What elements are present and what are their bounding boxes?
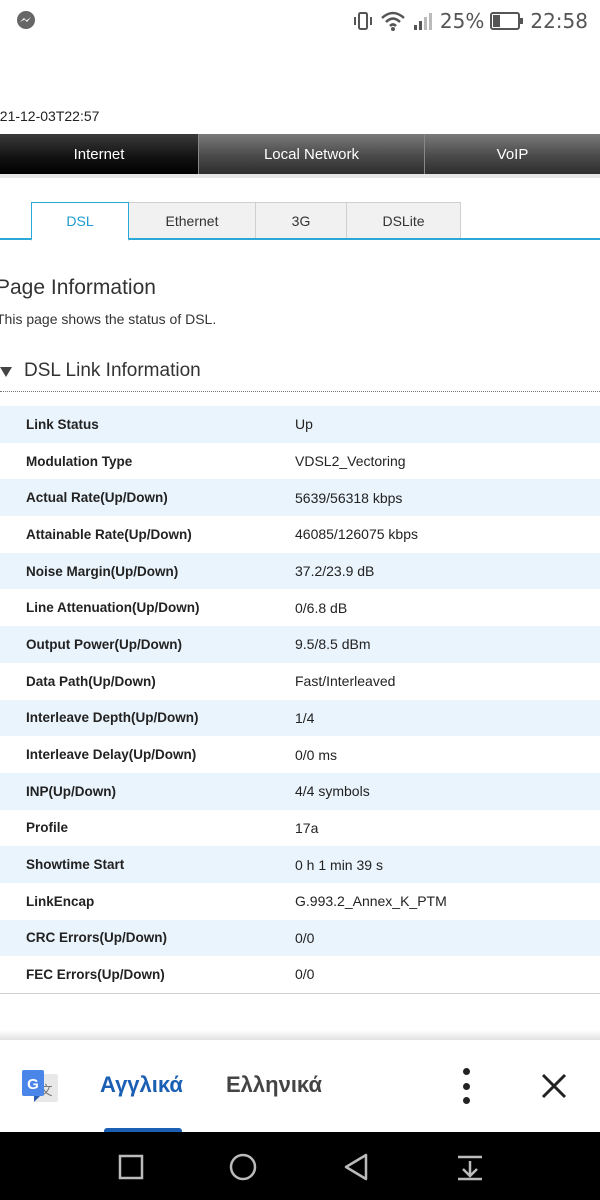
table-row: FEC Errors(Up/Down) 0/0 <box>0 956 600 993</box>
system-nav-bar <box>0 1132 600 1200</box>
row-label: LinkEncap <box>0 882 295 920</box>
row-value: 37.2/23.9 dB <box>295 552 600 590</box>
table-row: INP(Up/Down) 4/4 symbols <box>0 772 600 810</box>
battery-percent: 25% <box>439 9 485 33</box>
svg-text:G: G <box>27 1076 39 1093</box>
clock: 22:58 <box>530 9 588 33</box>
table-row: Actual Rate(Up/Down) 5639/56318 kbps <box>0 479 600 517</box>
google-translate-icon[interactable]: 文 G <box>20 1068 60 1106</box>
recents-icon[interactable] <box>116 1152 146 1182</box>
row-label: Output Power(Up/Down) <box>0 626 295 663</box>
row-label: INP(Up/Down) <box>0 772 295 810</box>
sub-tabs: DSL Ethernet 3G DSLite <box>0 202 600 241</box>
row-value: 0/0 <box>295 919 600 957</box>
row-value: 0/0 <box>295 956 600 993</box>
section-title: DSL Link Information <box>24 360 201 381</box>
row-value: Fast/Interleaved <box>295 662 600 700</box>
table-row: Noise Margin(Up/Down) 37.2/23.9 dB <box>0 552 600 590</box>
subtab-dslite[interactable]: DSLite <box>346 202 461 240</box>
row-value: 46085/126075 kbps <box>295 516 600 553</box>
source-language-tab[interactable]: Αγγλικά <box>100 1072 183 1098</box>
row-label: Link Status <box>0 406 295 443</box>
page-description: This page shows the status of DSL. <box>0 311 217 327</box>
table-row: Line Attenuation(Up/Down) 0/6.8 dB <box>0 589 600 627</box>
translate-bar: 文 G Αγγλικά Ελληνικά <box>0 1040 600 1133</box>
row-label: Attainable Rate(Up/Down) <box>0 516 295 553</box>
row-label: Showtime Start <box>0 846 295 883</box>
vibrate-icon <box>352 10 374 32</box>
table-row: Attainable Rate(Up/Down) 46085/126075 kbp… <box>0 516 600 553</box>
tab-local-network[interactable]: Local Network <box>198 134 424 174</box>
row-value: 17a <box>295 809 600 847</box>
table-row: CRC Errors(Up/Down) 0/0 <box>0 919 600 957</box>
target-language-tab[interactable]: Ελληνικά <box>226 1072 322 1098</box>
subtab-dsl[interactable]: DSL <box>31 202 129 241</box>
status-bar: 25% 22:58 <box>0 0 600 42</box>
row-label: Line Attenuation(Up/Down) <box>0 589 295 627</box>
row-value: 4/4 symbols <box>295 772 600 810</box>
row-value: Up <box>295 406 600 443</box>
table-row: LinkEncap G.993.2_Annex_K_PTM <box>0 882 600 920</box>
table-row: Interleave Delay(Up/Down) 0/0 ms <box>0 736 600 773</box>
subtab-3g[interactable]: 3G <box>255 202 347 240</box>
table-row: Data Path(Up/Down) Fast/Interleaved <box>0 662 600 700</box>
top-nav-divider <box>0 174 600 178</box>
row-label: Profile <box>0 809 295 847</box>
subtab-ethernet[interactable]: Ethernet <box>128 202 256 240</box>
row-label: Actual Rate(Up/Down) <box>0 479 295 517</box>
table-row: Output Power(Up/Down) 9.5/8.5 dBm <box>0 626 600 663</box>
status-icons: 25% 22:58 <box>352 6 588 36</box>
row-label: CRC Errors(Up/Down) <box>0 919 295 957</box>
more-vert-icon[interactable] <box>454 1068 478 1104</box>
row-label: Modulation Type <box>0 442 295 480</box>
section-header[interactable]: DSL Link Information <box>0 354 600 392</box>
dsl-info-table: Link Status Up Modulation Type VDSL2_Vector… <box>0 406 600 994</box>
row-value: 1/4 <box>295 699 600 737</box>
tab-internet[interactable]: Internet <box>0 134 198 174</box>
messenger-icon <box>16 10 36 30</box>
row-label: Data Path(Up/Down) <box>0 662 295 700</box>
row-value: 0/0 ms <box>295 736 600 773</box>
row-value: VDSL2_Vectoring <box>295 442 600 480</box>
row-label: Interleave Depth(Up/Down) <box>0 699 295 737</box>
close-icon[interactable] <box>538 1070 570 1102</box>
row-value: 9.5/8.5 dBm <box>295 626 600 663</box>
notification-pull-icon[interactable] <box>455 1152 485 1182</box>
row-value: 5639/56318 kbps <box>295 479 600 517</box>
page-title: Page Information <box>0 276 156 299</box>
wifi-icon <box>380 10 406 32</box>
table-row: Link Status Up <box>0 406 600 443</box>
timestamp: 021-12-03T22:57 <box>0 108 100 124</box>
home-icon[interactable] <box>228 1152 258 1182</box>
top-nav: Internet Local Network VoIP <box>0 134 600 174</box>
battery-icon <box>490 11 524 31</box>
row-label: Interleave Delay(Up/Down) <box>0 736 295 773</box>
table-row: Showtime Start 0 h 1 min 39 s <box>0 846 600 883</box>
row-value: G.993.2_Annex_K_PTM <box>295 882 600 920</box>
back-icon[interactable] <box>341 1152 371 1182</box>
collapse-triangle-icon[interactable] <box>0 367 12 377</box>
table-row: Profile 17a <box>0 809 600 847</box>
table-row: Modulation Type VDSL2_Vectoring <box>0 442 600 480</box>
signal-icon <box>412 10 434 32</box>
row-value: 0 h 1 min 39 s <box>295 846 600 883</box>
row-value: 0/6.8 dB <box>295 589 600 627</box>
row-label: Noise Margin(Up/Down) <box>0 552 295 590</box>
tab-voip[interactable]: VoIP <box>424 134 600 174</box>
row-label: FEC Errors(Up/Down) <box>0 956 295 993</box>
table-row: Interleave Depth(Up/Down) 1/4 <box>0 699 600 737</box>
